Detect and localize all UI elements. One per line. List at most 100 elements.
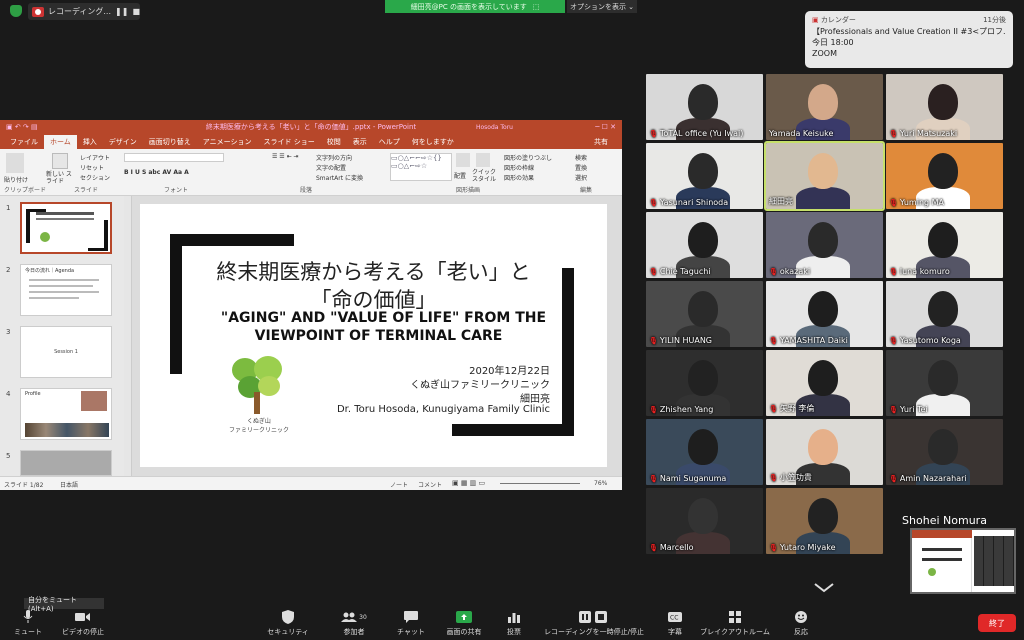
tab-design[interactable]: デザイン <box>103 135 143 149</box>
participant-tile[interactable]: 🎙︎ Yasutomo Koga <box>886 281 1003 347</box>
current-slide[interactable]: 終末期医療から考える「老い」と 「命の価値」 "AGING" AND "VALU… <box>140 204 607 467</box>
layout-button[interactable]: レイアウト <box>80 153 110 162</box>
shield-icon[interactable] <box>10 5 22 17</box>
recording-label: レコーディングを一時停止/停止 <box>544 628 644 636</box>
zoom-slider[interactable] <box>500 483 580 484</box>
recording-indicator[interactable]: レコーディング... ❚❚ ■ <box>28 3 140 20</box>
view-options-button[interactable]: オプションを表示 ⌄ <box>567 0 637 13</box>
muted-mic-icon: 🎙︎ <box>769 336 778 345</box>
shape-outline-button[interactable]: 図形の枠線 <box>504 163 534 172</box>
participant-head <box>688 84 718 120</box>
participant-tile[interactable]: 🎙︎ Yuri Matsuzaki <box>886 74 1003 140</box>
quick-style-button[interactable]: クイック スタイル <box>472 169 496 183</box>
tab-transitions[interactable]: 画面切り替え <box>143 135 197 149</box>
reset-button[interactable]: リセット <box>80 163 104 172</box>
tab-home[interactable]: ホーム <box>44 135 77 149</box>
muted-mic-icon: 🎙︎ <box>649 405 658 414</box>
participant-tile[interactable]: 細田亮 <box>764 141 885 211</box>
participant-name: 🎙︎ luna komuro <box>889 267 950 276</box>
chat-button[interactable]: チャット <box>394 604 428 640</box>
ppt-quick-icons[interactable]: ▣ ↶ ↷ ▤ <box>6 123 38 131</box>
participant-tile[interactable]: 🎙︎ luna komuro <box>886 212 1003 278</box>
paste-button[interactable]: 貼り付け <box>4 175 28 184</box>
share-screen-button[interactable]: 画面の共有 <box>444 604 484 640</box>
window-controls-icon[interactable]: ─ ☐ ✕ <box>595 123 616 131</box>
participants-button[interactable]: 30 参加者 <box>336 604 372 640</box>
tell-me-search[interactable]: 何をしますか <box>406 135 460 149</box>
quick-style-icon[interactable] <box>476 153 490 167</box>
calendar-notification[interactable]: ▣ カレンダー 11分後 【Professionals and Value Cre… <box>805 11 1013 68</box>
participant-name-text: Marcello <box>659 543 694 552</box>
new-slide-button[interactable]: 新しい スライド <box>46 171 76 185</box>
participant-tile[interactable]: Yamada Keisuke <box>766 74 883 140</box>
participants-icon: 30 <box>339 610 369 624</box>
font-format-icons[interactable]: B I U S abc AV Aa A <box>124 169 189 176</box>
stop-icon[interactable]: ■ <box>132 7 140 16</box>
participant-tile[interactable]: 🎙︎ Yuri Tei <box>886 350 1003 416</box>
shape-fill-button[interactable]: 図形の塗りつぶし <box>504 153 552 162</box>
view-mode-icons[interactable]: ▣ ▦ ▥ ▭ <box>452 479 485 487</box>
participant-tile[interactable]: 🎙︎ Chie Taguchi <box>646 212 763 278</box>
arrange-button[interactable]: 配置 <box>454 171 466 180</box>
participant-tile[interactable]: 🎙︎ YILIN HUANG <box>646 281 763 347</box>
replace-button[interactable]: 置換 <box>575 163 587 172</box>
polls-button[interactable]: 投票 <box>502 604 526 640</box>
recording-button[interactable]: レコーディングを一時停止/停止 <box>544 604 644 640</box>
end-meeting-button[interactable]: 終了 <box>978 614 1016 632</box>
tab-insert[interactable]: 挿入 <box>77 135 103 149</box>
slide-thumb-5[interactable] <box>20 450 112 476</box>
tab-file[interactable]: ファイル <box>4 135 44 149</box>
participant-tile[interactable]: 🎙︎ Zhishen Yang <box>646 350 763 416</box>
pause-icon[interactable]: ❚❚ <box>115 7 128 16</box>
reactions-button[interactable]: 反応 <box>790 604 812 640</box>
participant-tile[interactable]: 🎙︎ okazaki <box>766 212 883 278</box>
align-text-button[interactable]: 文字の配置 <box>316 163 346 172</box>
slide-frame-top <box>170 234 294 246</box>
security-button[interactable]: セキュリティ <box>267 604 309 640</box>
slide-thumb-2[interactable]: 今日の流れ｜Agenda <box>20 264 112 316</box>
shapes-gallery[interactable]: ▭○△⌐⌐⇨☆{}▭○△⌐⇨☆ <box>390 153 452 181</box>
slide-title-jp-1: 終末期医療から考える「老い」と <box>216 260 531 284</box>
notes-button[interactable]: ノート <box>390 480 408 489</box>
slide-thumb-4[interactable]: Profile <box>20 388 112 440</box>
arrange-icon[interactable] <box>456 153 470 167</box>
participant-tile[interactable]: 🎙︎ ToTAL office (Yu Iwai) <box>646 74 763 140</box>
participant-tile[interactable]: 🎙︎ 矢野 李倫 <box>766 350 883 416</box>
self-view-thumbnail[interactable] <box>910 528 1016 594</box>
participant-tile[interactable]: 🎙︎ Yasunari Shinoda <box>646 143 763 209</box>
tab-slideshow[interactable]: スライド ショー <box>258 135 321 149</box>
breakout-rooms-button[interactable]: ブレイクアウトルーム <box>700 604 770 640</box>
font-name-field[interactable] <box>124 153 224 162</box>
tab-animations[interactable]: アニメーション <box>197 135 258 149</box>
tab-review[interactable]: 校閲 <box>321 135 347 149</box>
share-button[interactable]: 共有 <box>588 135 614 149</box>
new-slide-icon[interactable] <box>52 153 68 169</box>
participant-head <box>688 429 718 465</box>
slide-thumb-3[interactable]: Session 1 <box>20 326 112 378</box>
tab-view[interactable]: 表示 <box>347 135 373 149</box>
select-button[interactable]: 選択 <box>575 173 587 182</box>
find-button[interactable]: 検索 <box>575 153 587 162</box>
thumbnail-pane[interactable]: 1 2 今日の流れ｜Agenda 3 Session 1 4 Profile 5 <box>0 196 124 476</box>
tab-help[interactable]: ヘルプ <box>373 135 406 149</box>
participant-tile[interactable]: 🎙︎ 小笠功貴 <box>766 419 883 485</box>
paste-icon[interactable] <box>6 153 24 173</box>
participant-tile[interactable]: 🎙︎ Marcello <box>646 488 763 554</box>
shape-effects-button[interactable]: 図形の効果 <box>504 173 534 182</box>
participant-tile[interactable]: 🎙︎ Amin Nazarahari <box>886 419 1003 485</box>
participant-tile[interactable]: 🎙︎ YAMASHITA Daiki <box>766 281 883 347</box>
slide-thumb-1[interactable] <box>20 202 112 254</box>
paragraph-icons[interactable]: ☰ ☰ ⇤ ⇥ <box>272 153 299 160</box>
participant-tile[interactable]: 🎙︎ Yutaro Miyake <box>766 488 883 554</box>
comments-button[interactable]: コメント <box>418 480 442 489</box>
thumb-scrollbar[interactable] <box>124 196 132 476</box>
participant-tile[interactable]: 🎙︎ Yuming MA <box>886 143 1003 209</box>
captions-button[interactable]: CC 字幕 <box>664 604 686 640</box>
text-direction-button[interactable]: 文字列の方向 <box>316 153 352 162</box>
ribbon-tabs: ファイル ホーム 挿入 デザイン 画面切り替え アニメーション スライド ショー… <box>0 134 622 149</box>
smartart-button[interactable]: SmartArt に変換 <box>316 173 363 182</box>
section-button[interactable]: セクション <box>80 173 110 182</box>
chevron-down-icon[interactable] <box>812 582 836 594</box>
participant-tile[interactable]: 🎙︎ Nami Suganuma <box>646 419 763 485</box>
muted-mic-icon: 🎙︎ <box>769 404 778 413</box>
